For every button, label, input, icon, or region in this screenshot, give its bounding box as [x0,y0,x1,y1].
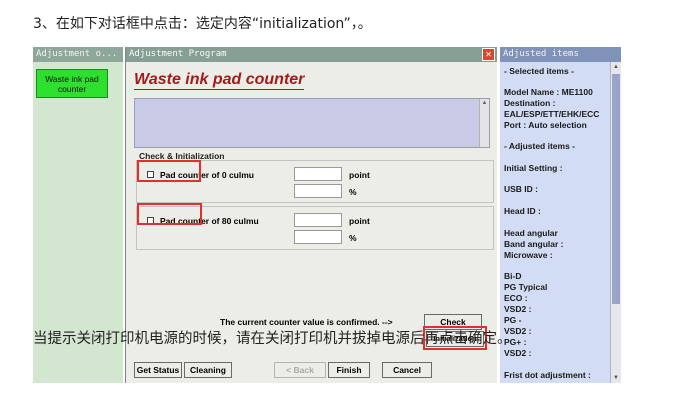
bid-heading: Bi-D [504,271,522,281]
pg-typical: PG Typical [504,282,548,292]
back-button[interactable]: < Back [274,362,326,378]
head-id: Head ID : [504,206,541,216]
waste-ink-pad-counter-item[interactable]: Waste ink pad counter [36,69,108,98]
pg-minus: PG - [504,315,522,325]
first-dot-adjustment: Frist dot adjustment : [504,370,591,380]
highlight-box-1 [137,160,201,182]
highlight-box-2 [137,203,202,225]
confirm-text: The current counter value is confirmed. … [220,317,393,327]
right-panel-title: Adjusted items [500,47,621,62]
instruction-top: 3、在如下对话框中点击：选定内容“initialization”，。 [33,16,372,32]
left-panel-title: Adjustment o... [33,47,123,62]
pad-counter-0-point-field[interactable] [294,167,342,181]
scroll-down-icon[interactable]: ▼ [611,373,621,383]
get-status-button[interactable]: Get Status [134,362,182,378]
percent-unit: % [349,187,357,197]
instruction-overlay: 当提示关闭打印机电源的时候，请在关闭打印机并拔掉电源后再点击确定。 [33,331,512,347]
scroll-thumb[interactable] [612,74,620,304]
scroll-up-icon[interactable]: ▲ [611,62,621,72]
pad-counter-80-percent-field[interactable] [294,230,342,244]
description-box: ▲ [134,98,490,148]
cleaning-button[interactable]: Cleaning [184,362,232,378]
point-unit: point [349,170,370,180]
vsd2-value-3: VSD2 : [504,348,532,358]
port-value: Port : Auto selection [504,120,587,130]
usb-id: USB ID : [504,184,538,194]
description-scrollbar[interactable]: ▲ [479,99,489,147]
initial-setting: Initial Setting : [504,163,563,173]
model-name: Model Name : ME1100 [504,87,593,97]
eco-value: ECO : [504,293,528,303]
dialog-title-bar: Adjustment Program ✕ [126,47,497,62]
head-angular: Head angular [504,228,558,238]
band-angular: Band angular : [504,239,564,249]
adjusted-items-panel: Adjusted items ▲ ▼ - Selected items - Mo… [500,47,621,383]
pad-counter-0-percent-field[interactable] [294,184,342,198]
microwave: Microwave : [504,250,553,260]
dialog-title: Adjustment Program [129,49,227,59]
destination-label: Destination : [504,98,556,108]
cancel-button[interactable]: Cancel [382,362,432,378]
close-icon[interactable]: ✕ [482,48,495,61]
finish-button[interactable]: Finish [328,362,370,378]
page-heading: Waste ink pad counter [134,71,305,90]
percent-unit: % [349,233,357,243]
selected-items-heading: - Selected items - [504,66,574,76]
adjusted-items-heading: - Adjusted items - [504,141,575,151]
point-unit: point [349,216,370,226]
pad-counter-80-point-field[interactable] [294,213,342,227]
right-panel-scrollbar[interactable]: ▲ ▼ [610,62,621,383]
scroll-up-icon[interactable]: ▲ [480,99,489,107]
destination-value: EAL/ESP/ETT/EHK/ECC [504,109,600,119]
vsd2-value-1: VSD2 : [504,304,532,314]
